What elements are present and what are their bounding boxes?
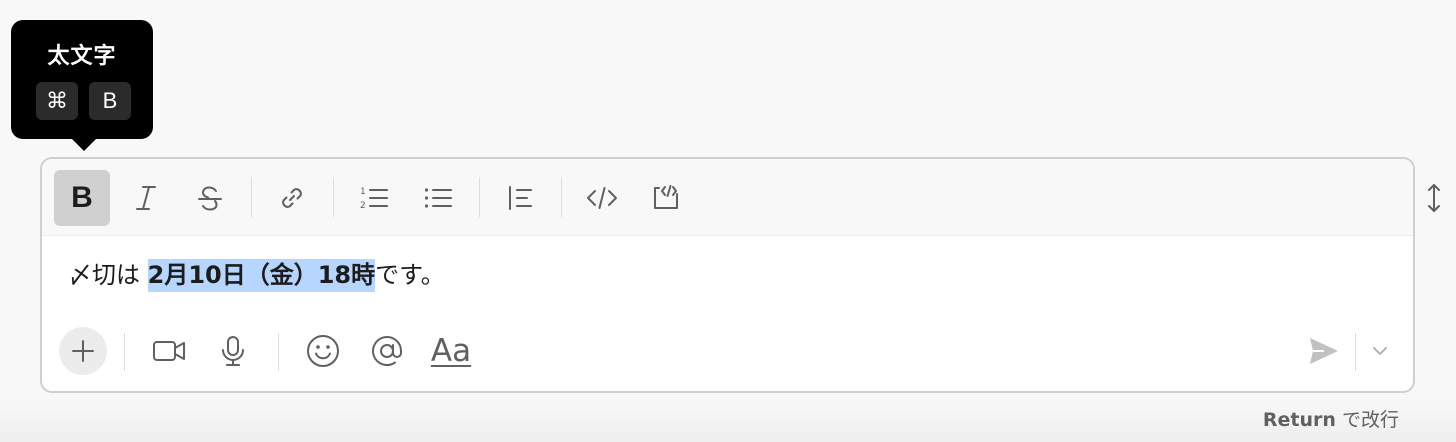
- link-icon: [282, 188, 302, 208]
- formatting-button[interactable]: Aa: [427, 327, 475, 375]
- video-icon: [153, 341, 185, 361]
- video-button[interactable]: [145, 327, 193, 375]
- footer-band: [0, 396, 1456, 442]
- strikethrough-button[interactable]: [182, 170, 238, 226]
- svg-text:2: 2: [360, 201, 366, 211]
- toolbar-separator: [333, 177, 334, 217]
- blockquote-button[interactable]: [492, 170, 548, 226]
- composer-actions: Aa: [42, 323, 1413, 379]
- text-after: です。: [375, 261, 445, 289]
- selected-bold-text: 2月10日（金）18時: [147, 259, 376, 292]
- emoji-icon: [307, 335, 339, 367]
- command-key: ⌘: [36, 82, 78, 120]
- resize-handle[interactable]: [1422, 181, 1446, 215]
- message-composer: B 1 2 〆切は 2月10日（金）18時です。 Aa: [40, 157, 1415, 393]
- code-block-icon: [654, 185, 678, 209]
- bold-tooltip: 太文字 ⌘ B: [11, 20, 153, 151]
- send-icon: [1310, 338, 1338, 364]
- hint-text: で改行: [1341, 409, 1399, 431]
- code-button[interactable]: [574, 170, 630, 226]
- formatting-toolbar: B 1 2: [42, 159, 1413, 236]
- newline-hint: Return で改行: [1263, 405, 1399, 432]
- toolbar-separator: [251, 177, 252, 217]
- b-key: B: [89, 82, 131, 120]
- toolbar-separator: [479, 177, 480, 217]
- blockquote-icon: [509, 186, 532, 210]
- bold-icon: B: [71, 181, 93, 214]
- attach-button[interactable]: [59, 327, 107, 375]
- bulleted-list-icon: [424, 188, 452, 208]
- action-separator: [124, 333, 125, 371]
- code-block-button[interactable]: [638, 170, 694, 226]
- audio-button[interactable]: [209, 327, 257, 375]
- send-button[interactable]: [1300, 327, 1348, 375]
- italic-icon: [136, 186, 156, 210]
- tooltip-title: 太文字: [47, 44, 117, 69]
- action-separator: [278, 333, 279, 371]
- mention-icon: [372, 336, 402, 366]
- mention-button[interactable]: [363, 327, 411, 375]
- link-button[interactable]: [264, 170, 320, 226]
- emoji-button[interactable]: [299, 327, 347, 375]
- italic-button[interactable]: [118, 170, 174, 226]
- microphone-icon: [222, 336, 244, 366]
- hint-key: Return: [1262, 409, 1336, 431]
- chevron-down-icon: [1373, 347, 1387, 355]
- resize-vertical-icon: [1428, 184, 1440, 212]
- ordered-list-button[interactable]: 1 2: [346, 170, 402, 226]
- ordered-list-icon: 1 2: [360, 187, 388, 211]
- strikethrough-icon: [198, 186, 222, 211]
- formatting-icon: Aa: [430, 332, 472, 369]
- svg-text:1: 1: [360, 187, 366, 197]
- bulleted-list-button[interactable]: [410, 170, 466, 226]
- code-icon: [587, 187, 617, 209]
- plus-icon: [72, 340, 94, 362]
- bold-button[interactable]: B: [54, 170, 110, 226]
- text-before: 〆切は: [68, 261, 140, 289]
- toolbar-separator: [561, 177, 562, 217]
- message-input[interactable]: 〆切は 2月10日（金）18時です。: [68, 255, 445, 295]
- send-options-button[interactable]: [1356, 327, 1404, 375]
